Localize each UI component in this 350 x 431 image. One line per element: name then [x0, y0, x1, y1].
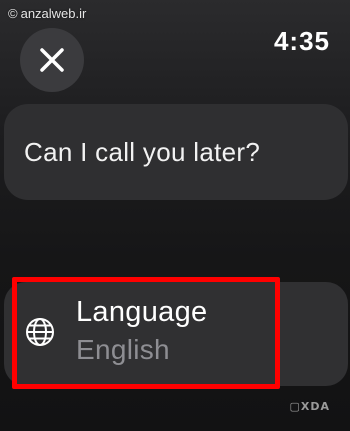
- highlight-annotation: [12, 277, 280, 389]
- xda-logo-text: XDA: [300, 400, 330, 413]
- close-button[interactable]: [20, 28, 84, 92]
- close-icon: [40, 48, 64, 72]
- watermark-symbol: ©: [8, 6, 18, 21]
- clock-time: 4:35: [273, 26, 330, 56]
- watermark: © anzalweb.ir: [8, 6, 86, 21]
- reply-text: Can I call you later?: [24, 137, 261, 167]
- watch-screen: © anzalweb.ir 4:35 Can I call you later?…: [0, 0, 350, 431]
- reply-option[interactable]: Can I call you later?: [4, 104, 348, 200]
- xda-logo: ▢XDA: [289, 400, 330, 413]
- watermark-text: anzalweb.ir: [20, 6, 87, 21]
